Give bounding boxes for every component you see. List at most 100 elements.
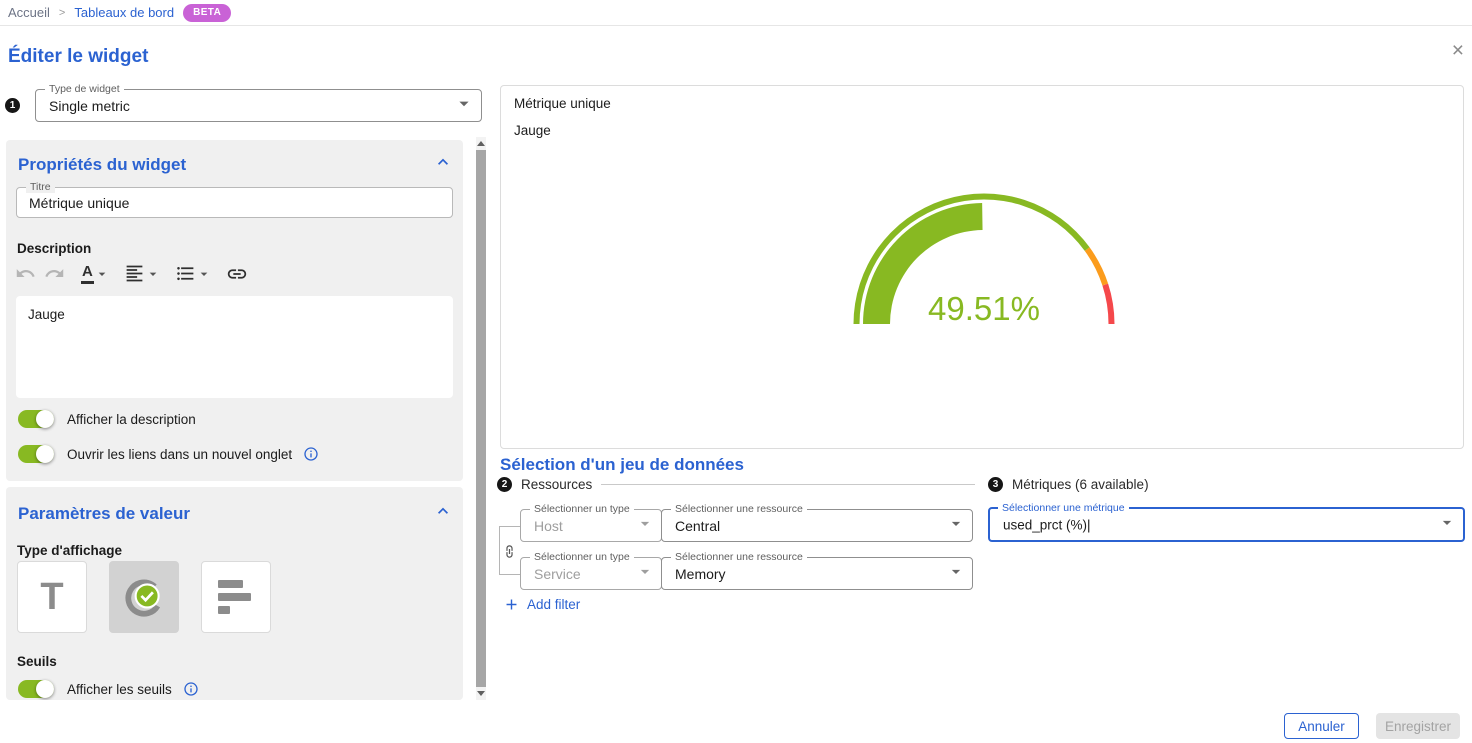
info-icon[interactable] [183,681,199,697]
thresholds-label: Seuils [17,654,57,669]
metric-select-label: Sélectionner une métrique [998,502,1129,514]
show-description-toggle-label: Afficher la description [67,412,196,427]
title-field[interactable]: Titre Métrique unique [16,187,453,218]
show-thresholds-toggle-row: Afficher les seuils [16,677,199,700]
metric-select[interactable]: Sélectionner une métrique used_prct (%) [988,507,1465,542]
collapse-chevron-up-icon[interactable] [433,152,453,177]
resource-type-select-1-value: Host [534,518,563,534]
breadcrumb-dashboards-link[interactable]: Tableaux de bord [74,5,174,20]
scroll-up-icon[interactable] [477,141,485,146]
scroll-down-icon[interactable] [477,691,485,696]
chevron-down-icon [635,561,655,586]
show-thresholds-toggle-label: Afficher les seuils [67,682,172,697]
save-button[interactable]: Enregistrer [1376,713,1460,739]
list-format-button[interactable] [175,263,212,284]
redo-button[interactable] [42,261,67,286]
display-option-bar-chart[interactable] [201,561,271,633]
resources-header: 2 Ressources [497,477,975,492]
widget-type-select-value: Single metric [49,98,130,114]
resource-select-1-value: Central [675,518,720,534]
widget-type-select-label: Type de widget [45,83,124,95]
dataset-heading: Sélection d'un jeu de données [500,455,744,475]
resource-type-select-2-label: Sélectionner un type [530,551,634,563]
widget-editor-page: Accueil > Tableaux de bord BETA Éditer l… [0,0,1472,743]
cancel-button[interactable]: Annuler [1284,713,1359,739]
bar-chart-display-icon [218,580,254,614]
value-settings-section: Paramètres de valeur Type d'affichage T … [6,487,463,700]
add-filter-label: Add filter [527,597,580,612]
metrics-header: 3 Métriques (6 available) [988,477,1149,492]
breadcrumb-separator-icon: > [59,7,65,19]
resource-type-select-1[interactable]: Sélectionner un type Host [520,509,662,542]
text-display-icon: T [40,578,63,616]
metrics-label: Métriques (6 available) [1012,477,1149,492]
show-thresholds-toggle[interactable] [16,679,56,699]
breadcrumb: Accueil > Tableaux de bord BETA [0,0,1472,26]
description-textarea[interactable]: Jauge [16,296,453,398]
show-description-toggle-row: Afficher la description [16,407,196,431]
chevron-down-icon [946,513,966,538]
resource-select-2-label: Sélectionner une ressource [671,551,807,563]
plus-icon [503,596,520,613]
display-option-raw-text[interactable]: T [17,561,87,633]
connector-line [499,574,520,575]
widget-type-select[interactable]: Type de widget Single metric [35,89,482,122]
step-badge-2: 2 [497,477,512,492]
chevron-down-icon [453,92,475,119]
widget-preview-panel: Métrique unique Jauge 49.51% [500,85,1464,449]
bulleted-list-icon [175,263,196,284]
dialog-title: Éditer le widget [8,46,148,68]
preview-description: Jauge [514,123,551,138]
align-left-icon [124,263,145,284]
preview-title: Métrique unique [514,96,611,111]
undo-icon [15,263,36,284]
title-field-label: Titre [26,181,55,193]
metric-select-value: used_prct (%) [1003,517,1091,532]
widget-properties-heading: Propriétés du widget [18,155,433,175]
scrollbar-thumb[interactable] [476,150,486,687]
chevron-down-icon [145,266,161,282]
resource-select-2-value: Memory [675,566,726,582]
show-description-toggle[interactable] [16,409,56,429]
left-panel-scrollbar[interactable] [476,137,486,700]
widget-properties-section: Propriétés du widget Titre Métrique uniq… [6,140,463,481]
link-icon [226,263,248,285]
resources-label: Ressources [521,477,592,492]
resource-select-1[interactable]: Sélectionner une ressource Central [661,509,973,542]
text-color-button[interactable]: A [81,263,110,283]
undo-button[interactable] [13,261,38,286]
step-badge-1: 1 [5,98,20,113]
resource-type-select-2[interactable]: Sélectionner un type Service [520,557,662,590]
connector-line [499,526,520,527]
chevron-down-icon [196,266,212,282]
resource-select-1-label: Sélectionner une ressource [671,503,807,515]
link-resources-icon [501,543,517,559]
step-badge-3: 3 [988,477,1003,492]
add-filter-button[interactable]: Add filter [503,596,580,613]
description-label: Description [17,241,91,256]
open-links-toggle-row: Ouvrir les liens dans un nouvel onglet [16,442,319,466]
resource-select-2[interactable]: Sélectionner une ressource Memory [661,557,973,590]
collapse-chevron-up-icon[interactable] [433,501,453,526]
chevron-down-icon [94,266,110,282]
divider [601,484,975,485]
display-option-gauge[interactable] [109,561,179,633]
gauge-value-label: 49.51% [928,290,1040,327]
insert-link-button[interactable] [226,263,248,285]
gauge-chart: 49.51% [849,189,1119,331]
rich-text-toolbar: A [13,261,248,286]
close-icon[interactable]: × [1452,40,1464,61]
open-links-toggle[interactable] [16,444,56,464]
info-icon[interactable] [303,446,319,462]
breadcrumb-home-link[interactable]: Accueil [8,5,50,20]
gauge-display-icon [121,574,167,620]
beta-badge: BETA [183,4,231,22]
text-align-button[interactable] [124,263,161,284]
display-type-label: Type d'affichage [17,543,122,558]
chevron-down-icon [635,513,655,538]
value-settings-heading: Paramètres de valeur [18,504,433,524]
title-field-value: Métrique unique [29,195,129,211]
open-links-toggle-label: Ouvrir les liens dans un nouvel onglet [67,447,292,462]
chevron-down-icon [946,561,966,586]
connector-line [499,526,500,574]
